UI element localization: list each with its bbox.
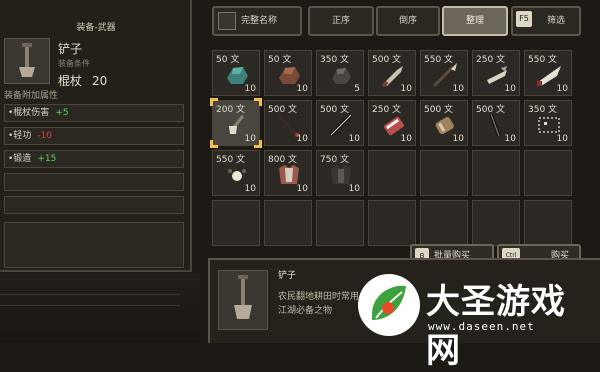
- item-quantity: 10: [244, 84, 256, 94]
- item-quantity: 10: [296, 184, 308, 194]
- shop-slot-empty[interactable]: [524, 150, 572, 196]
- shop-slot[interactable]: 50 文 10: [264, 50, 312, 96]
- sort-reverse-button[interactable]: 倒序: [376, 6, 440, 36]
- shop-slot[interactable]: 250 文 10: [472, 50, 520, 96]
- equipment-panel: 装备-武器 铲子 装备条件 棍杖 20 装备附加属性 •棍杖伤害 +5 •轻功 -10…: [0, 0, 192, 272]
- attribute-row: •锻造 +15: [4, 150, 184, 168]
- shop-slot[interactable]: 550 文 10: [212, 150, 260, 196]
- item-quantity: 10: [504, 84, 516, 94]
- item-quantity: 10: [556, 134, 568, 144]
- item-quantity: 10: [244, 184, 256, 194]
- item-stat-label: 棍杖: [58, 74, 83, 88]
- shovel-icon: [234, 275, 252, 319]
- filter-button[interactable]: F5 筛选: [511, 6, 581, 36]
- shop-slot[interactable]: 350 文 10: [524, 100, 572, 146]
- attributes-title: 装备附加属性: [4, 91, 59, 101]
- filter-key-hint: F5: [516, 11, 532, 27]
- attribute-row: •棍杖伤害 +5: [4, 104, 184, 122]
- selection-corner: [210, 98, 218, 106]
- shop-slot[interactable]: 250 文 10: [368, 100, 416, 146]
- item-requirement-label: 装备条件: [58, 59, 90, 68]
- equipped-item-slot[interactable]: [4, 38, 50, 84]
- shop-slot-empty[interactable]: [212, 200, 260, 246]
- attribute-value: +5: [55, 108, 69, 118]
- attribute-value: -10: [37, 131, 53, 141]
- attribute-name: •棍杖伤害: [8, 108, 50, 118]
- checkbox[interactable]: [218, 12, 236, 30]
- shop-slot[interactable]: 350 文 5: [316, 50, 364, 96]
- attribute-name: •锻造: [8, 154, 32, 164]
- panel-title: 装备-武器: [76, 23, 116, 33]
- shop-slot[interactable]: 500 文 10: [472, 100, 520, 146]
- item-quantity: 10: [400, 84, 412, 94]
- background-decoration: [0, 274, 200, 343]
- shovel-icon: [19, 43, 35, 77]
- shop-slot-empty[interactable]: [264, 200, 312, 246]
- shop-grid: 50 文 10 50 文 10 350 文 5 500 文 10 550 文 1…: [200, 38, 600, 258]
- detail-item-slot: [218, 270, 268, 330]
- item-quantity: 10: [296, 84, 308, 94]
- item-quantity: 10: [504, 134, 516, 144]
- shop-slot-selected[interactable]: 200 文 10: [210, 98, 262, 148]
- watermark-logo-icon: [358, 274, 420, 336]
- shop-slot-empty[interactable]: [524, 200, 572, 246]
- item-name: 铲子: [58, 42, 83, 56]
- shop-slot[interactable]: 500 文 10: [316, 100, 364, 146]
- shop-slot[interactable]: 500 文 10: [420, 100, 468, 146]
- full-name-toggle[interactable]: 完整名称: [212, 6, 302, 36]
- item-stat-value: 20: [92, 74, 108, 88]
- shop-slot-empty[interactable]: [368, 200, 416, 246]
- full-name-label: 完整名称: [241, 16, 278, 26]
- leaf-logo-icon: [372, 285, 406, 320]
- filter-label: 筛选: [546, 16, 565, 26]
- detail-item-name: 铲子: [278, 271, 297, 281]
- shop-slot[interactable]: 800 文 10: [264, 150, 312, 196]
- item-quantity: 10: [296, 134, 308, 144]
- attribute-name: •轻功: [8, 131, 32, 141]
- decor-strip: [0, 294, 180, 306]
- arrange-button[interactable]: 整理: [442, 6, 508, 36]
- shop-slot[interactable]: 500 文 10: [264, 100, 312, 146]
- shop-slot-empty[interactable]: [472, 150, 520, 196]
- arrange-label: 整理: [465, 16, 484, 26]
- item-quantity: 10: [348, 134, 360, 144]
- attribute-row-empty: [4, 196, 184, 214]
- item-stat: 棍杖 20: [58, 72, 107, 89]
- site-watermark: 大圣游戏网 www.daseen.net: [354, 268, 600, 371]
- attribute-area-empty: [4, 222, 184, 268]
- attribute-row: •轻功 -10: [4, 127, 184, 145]
- watermark-url: www.daseen.net: [428, 320, 535, 333]
- sort-reverse-label: 倒序: [398, 16, 417, 26]
- shop-slot-empty[interactable]: [472, 200, 520, 246]
- attribute-row-empty: [4, 173, 184, 191]
- shop-slot[interactable]: 550 文 10: [420, 50, 468, 96]
- shop-slot-empty[interactable]: [420, 200, 468, 246]
- shop-slot[interactable]: 550 文 10: [524, 50, 572, 96]
- item-quantity: 10: [452, 84, 464, 94]
- item-quantity: 10: [556, 84, 568, 94]
- item-quantity: 10: [400, 134, 412, 144]
- item-quantity: 10: [348, 184, 360, 194]
- shop-slot-empty[interactable]: [368, 150, 416, 196]
- ore-dark-icon: [332, 68, 351, 84]
- shop-slot[interactable]: 50 文 10: [212, 50, 260, 96]
- selection-corner: [254, 98, 262, 106]
- item-quantity: 5: [354, 84, 360, 94]
- shop-slot-empty[interactable]: [420, 150, 468, 196]
- sort-forward-label: 正序: [331, 16, 350, 26]
- shop-slot-empty[interactable]: [316, 200, 364, 246]
- shop-slot[interactable]: 750 文 10: [316, 150, 364, 196]
- shop-slot[interactable]: 500 文 10: [368, 50, 416, 96]
- attribute-value: +15: [37, 154, 57, 164]
- sort-forward-button[interactable]: 正序: [308, 6, 374, 36]
- selection-corner: [210, 140, 218, 148]
- selection-corner: [254, 140, 262, 148]
- item-quantity: 10: [452, 134, 464, 144]
